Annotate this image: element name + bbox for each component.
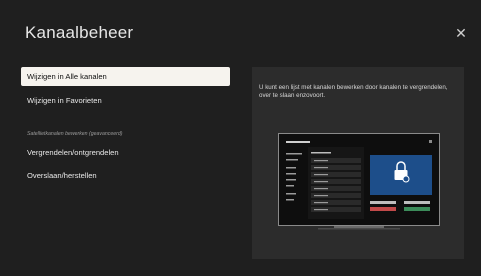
tv-illustration — [278, 133, 440, 230]
menu-item-edit-all-channels[interactable]: Wijzigen in Alle kanalen — [21, 67, 230, 86]
section-label-advanced: Satellietkanalen bewerken (geavanceerd) — [27, 131, 123, 137]
menu-item-skip-restore[interactable]: Overslaan/herstellen — [21, 166, 230, 185]
info-description: U kunt een lijst met kanalen bewerken do… — [259, 84, 448, 99]
menu-item-edit-favorites[interactable]: Wijzigen in Favorieten — [21, 91, 230, 110]
page-title: Kanaalbeheer — [25, 23, 134, 42]
info-panel: U kunt een lijst met kanalen bewerken do… — [252, 67, 464, 259]
menu-item-lock-unlock[interactable]: Vergrendelen/ontgrendelen — [21, 143, 230, 162]
close-icon[interactable]: ✕ — [454, 26, 468, 40]
channel-manager-screen: Kanaalbeheer ✕ Wijzigen in Alle kanalen … — [0, 0, 481, 276]
